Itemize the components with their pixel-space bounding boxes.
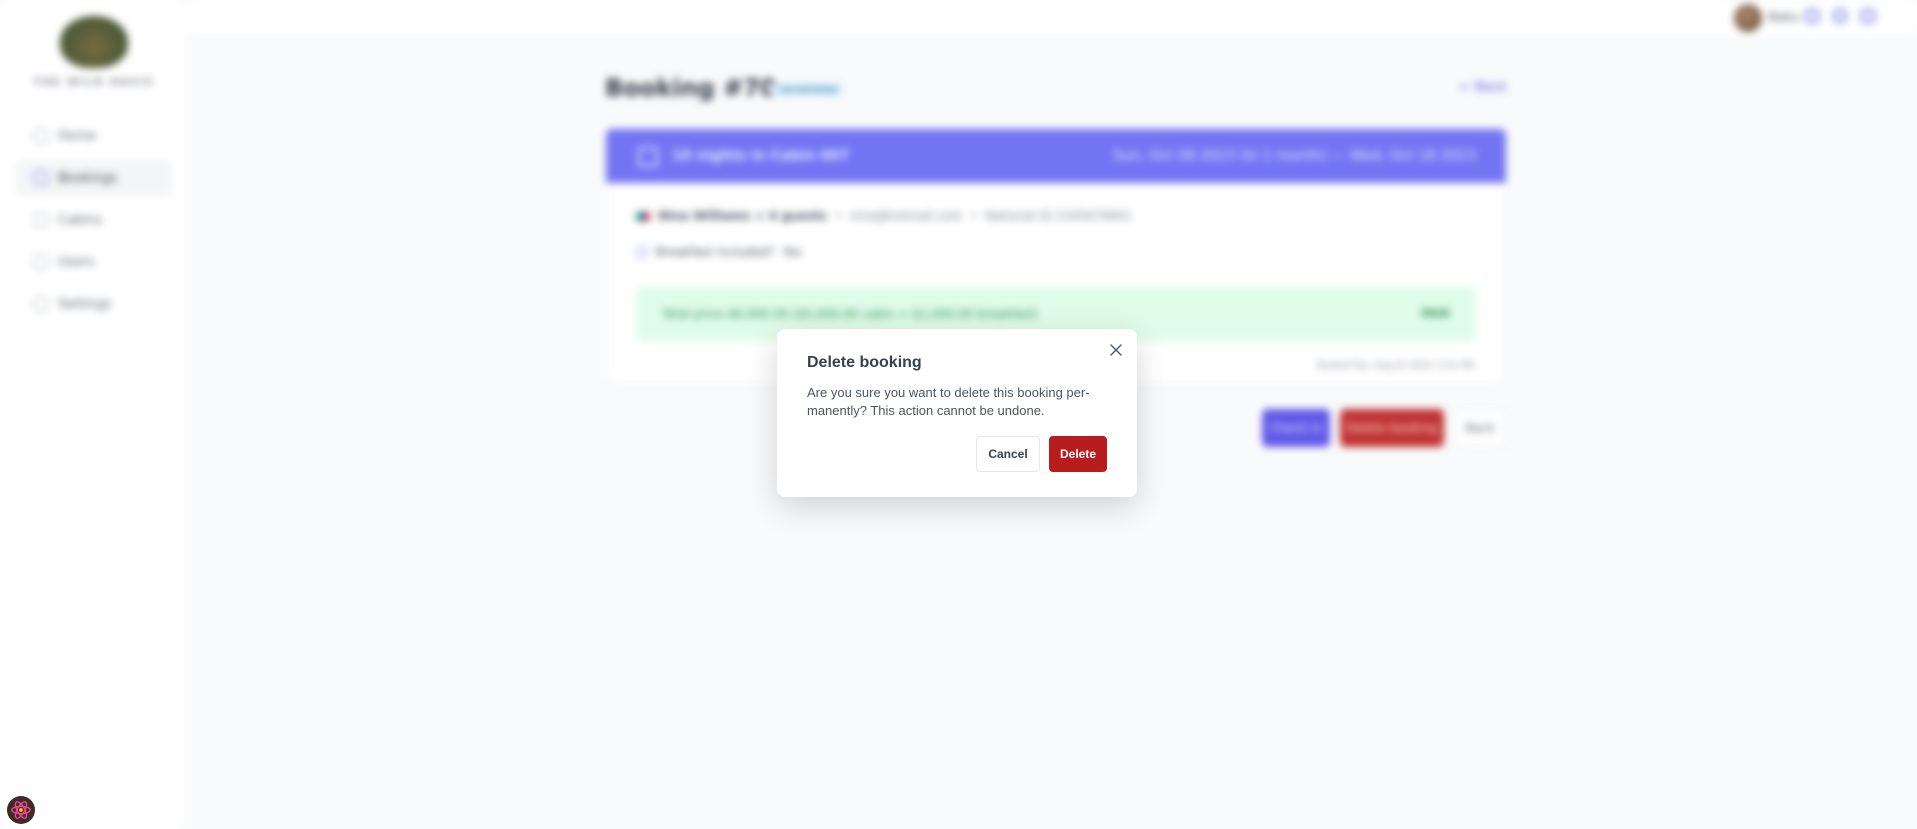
modal-title: Delete booking [807, 354, 922, 371]
close-button[interactable] [1105, 339, 1127, 361]
modal-message: Are you sure you want to delete this boo… [807, 385, 1090, 418]
close-icon [1110, 344, 1122, 356]
delete-button[interactable]: Delete [1049, 436, 1107, 472]
react-devtools-button[interactable] [7, 796, 35, 824]
react-icon [11, 801, 31, 819]
cancel-button[interactable]: Cancel [976, 436, 1040, 472]
delete-booking-modal: Delete booking Are you sure you want to … [777, 329, 1137, 497]
